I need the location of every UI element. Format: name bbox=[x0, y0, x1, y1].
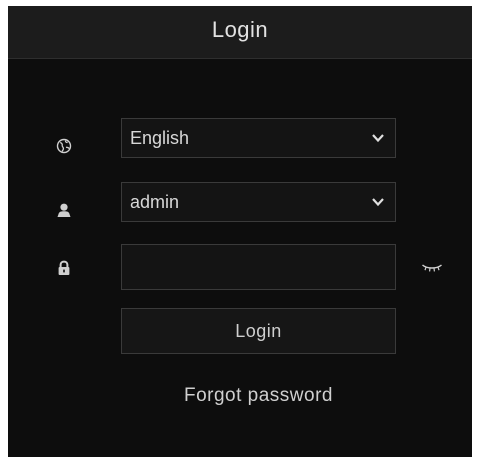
login-button[interactable]: Login bbox=[121, 308, 396, 354]
lock-icon bbox=[56, 260, 72, 276]
chevron-down-icon bbox=[372, 134, 384, 143]
forgot-password-label: Forgot password bbox=[183, 385, 333, 406]
language-value: English bbox=[130, 127, 190, 148]
username-value: admin bbox=[130, 191, 180, 212]
chevron-down-icon bbox=[372, 198, 384, 207]
login-dialog: Login English admin Login Forgot passwor… bbox=[8, 6, 472, 457]
password-input[interactable] bbox=[121, 244, 396, 290]
username-select[interactable]: admin bbox=[121, 182, 396, 222]
title-bar: Login bbox=[8, 6, 472, 59]
eye-closed-icon[interactable] bbox=[421, 263, 443, 273]
language-select[interactable]: English bbox=[121, 118, 396, 158]
forgot-password-link[interactable]: Forgot password bbox=[121, 382, 396, 410]
globe-icon bbox=[56, 138, 72, 154]
dialog-title: Login bbox=[211, 17, 269, 42]
login-button-label: Login bbox=[235, 320, 282, 341]
user-icon bbox=[56, 202, 72, 218]
